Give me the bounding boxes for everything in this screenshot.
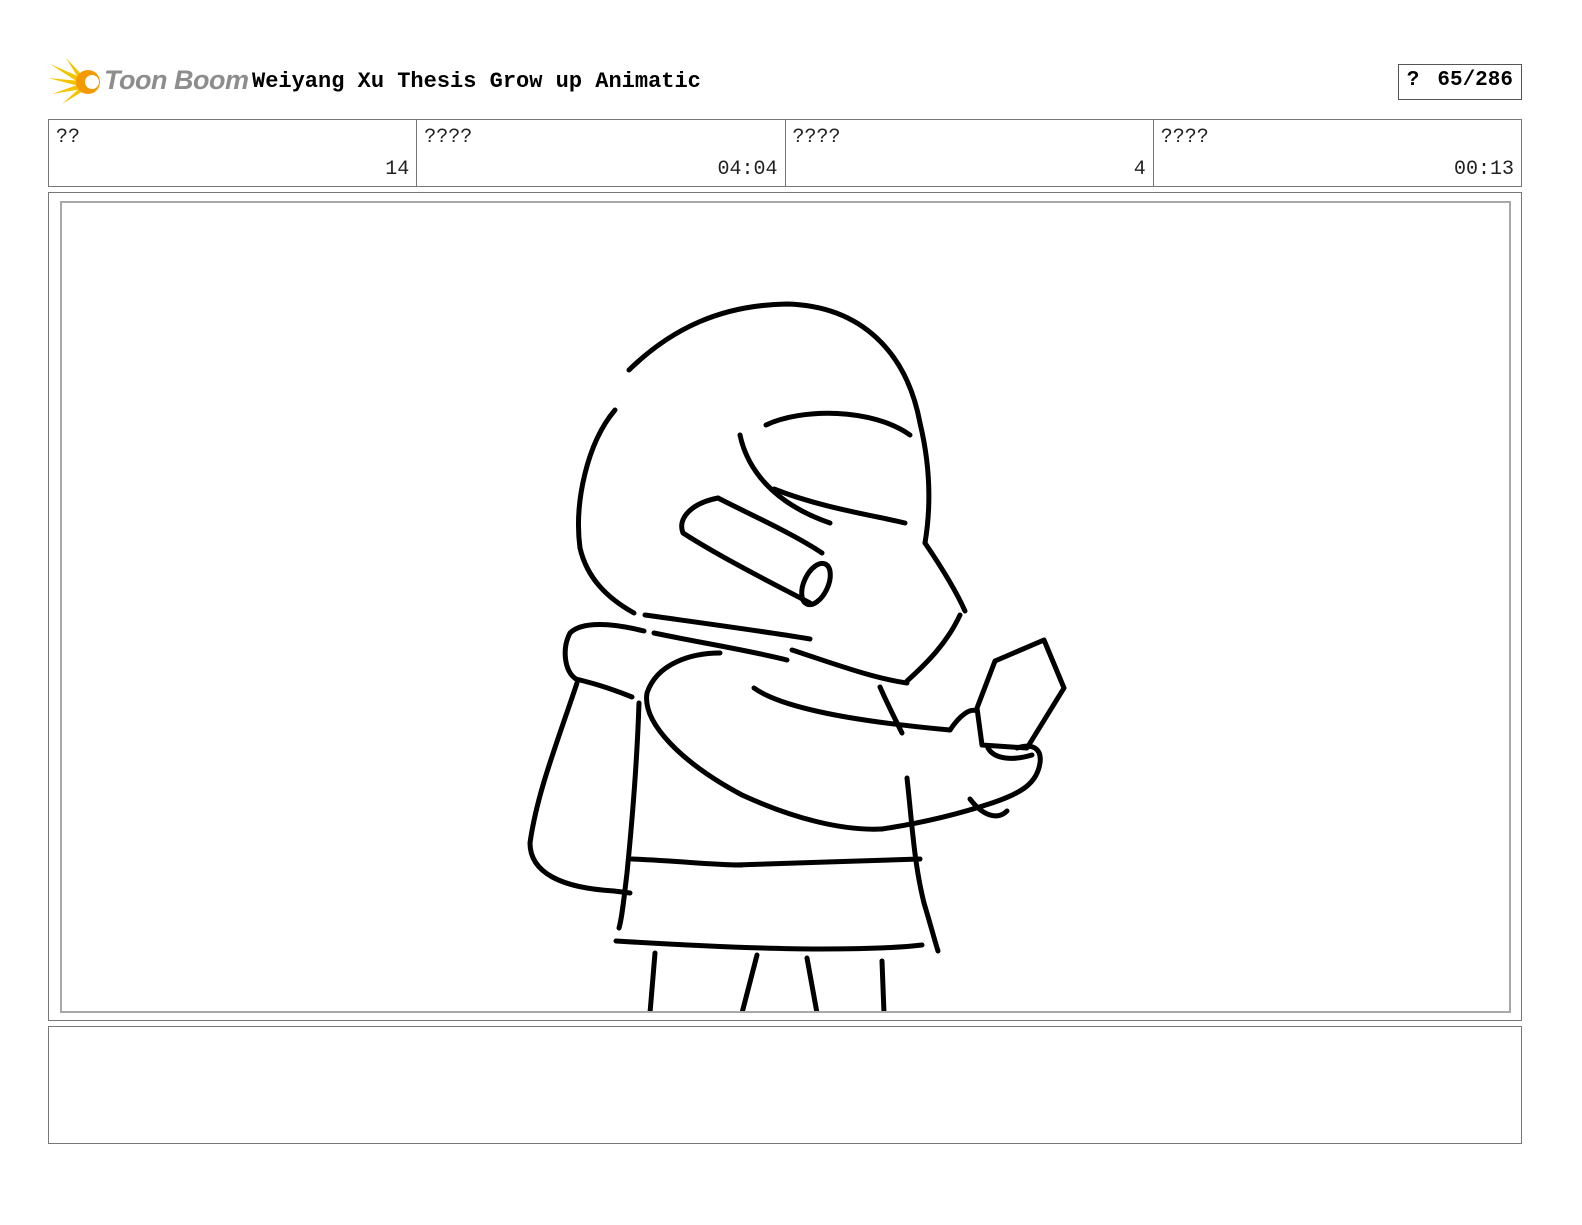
starburst-icon — [48, 58, 100, 104]
page-counter: 65/286 — [1437, 69, 1513, 92]
info-cell-panel-duration: ???? 00:13 — [1154, 120, 1521, 186]
panel-image-area — [60, 201, 1511, 1013]
storyboard-header: Toon Boom Weiyang Xu Thesis Grow up Anim… — [48, 56, 1522, 108]
info-label: ???? — [424, 126, 473, 149]
info-label: ?? — [56, 126, 81, 149]
info-cell-scene: ?? 14 — [49, 120, 418, 186]
info-value: 4 — [1133, 158, 1146, 181]
info-value: 14 — [385, 158, 410, 181]
info-label: ???? — [792, 126, 841, 149]
info-cell-duration: ???? 04:04 — [417, 120, 786, 186]
toon-boom-logo: Toon Boom — [48, 56, 249, 108]
dialogue-notes-box — [48, 1026, 1522, 1144]
project-title: Weiyang Xu Thesis Grow up Animatic — [252, 69, 701, 94]
character-sketch — [527, 301, 1067, 1011]
panel-info-row: ?? 14 ???? 04:04 ???? 4 ???? 00:13 — [48, 119, 1522, 187]
info-label: ???? — [1160, 126, 1209, 149]
page-prefix: ? — [1406, 69, 1420, 92]
info-value: 04:04 — [717, 158, 778, 181]
info-cell-panel: ???? 4 — [786, 120, 1154, 186]
storyboard-panel — [48, 192, 1522, 1021]
page-counter-box: ? 65/286 — [1397, 64, 1522, 100]
logo-text: Toon Boom — [104, 65, 249, 95]
info-value: 00:13 — [1453, 158, 1514, 181]
